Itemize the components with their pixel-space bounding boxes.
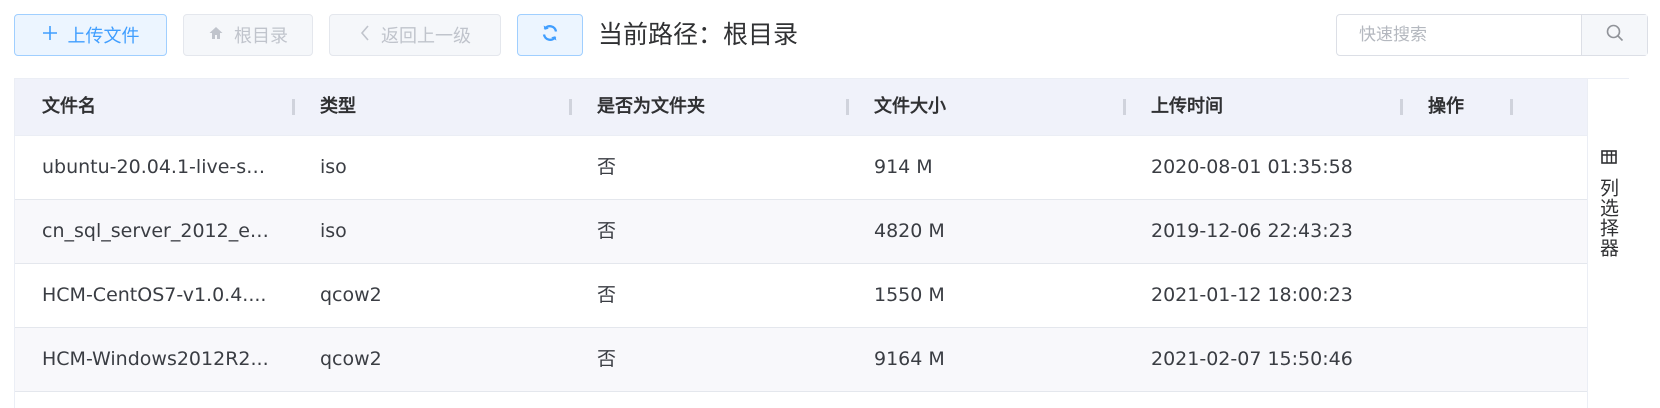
refresh-icon xyxy=(540,23,560,48)
search-icon xyxy=(1605,23,1625,47)
search-button[interactable] xyxy=(1581,15,1647,55)
plus-icon xyxy=(42,25,58,46)
cell-type: iso xyxy=(320,156,347,178)
table-row[interactable]: cn_sql_server_2012_en... iso 否 4820 M 20… xyxy=(15,200,1587,264)
column-header-type[interactable]: 类型 xyxy=(320,79,356,135)
toolbar: 上传文件 根目录 返回上一级 当前路径：根目录 xyxy=(14,14,1660,56)
cell-size: 1550 M xyxy=(874,284,945,306)
current-path-label: 当前路径： xyxy=(598,20,724,49)
current-path: 当前路径：根目录 xyxy=(598,14,798,56)
column-resize-handle[interactable] xyxy=(846,99,849,115)
column-header-is-folder[interactable]: 是否为文件夹 xyxy=(597,79,705,135)
cell-filename[interactable]: HCM-CentOS7-v1.0.4.... xyxy=(42,264,272,327)
cell-is-folder: 否 xyxy=(597,220,617,242)
column-selector-toggle[interactable]: 列选择器 xyxy=(1587,78,1629,408)
column-resize-handle[interactable] xyxy=(292,99,295,115)
column-header-actions: 操作 xyxy=(1428,96,1464,117)
quick-search xyxy=(1336,14,1648,56)
go-up-button[interactable]: 返回上一级 xyxy=(329,14,501,56)
file-table: 文件名 类型 是否为文件夹 文件大小 上传时间 操作 ubuntu-20.04.… xyxy=(14,78,1587,408)
cell-upload-time: 2019-12-06 22:43:23 xyxy=(1151,220,1353,242)
current-path-value: 根目录 xyxy=(723,20,799,49)
table-header: 文件名 类型 是否为文件夹 文件大小 上传时间 操作 xyxy=(15,79,1587,136)
cell-is-folder: 否 xyxy=(597,348,617,370)
column-header-filename[interactable]: 文件名 xyxy=(42,79,96,135)
column-resize-handle[interactable] xyxy=(1123,99,1126,115)
cell-is-folder: 否 xyxy=(597,284,617,306)
upload-file-button[interactable]: 上传文件 xyxy=(14,14,167,56)
cell-filename[interactable]: HCM-Windows2012R2... xyxy=(42,328,272,391)
upload-file-label: 上传文件 xyxy=(67,26,140,47)
cell-type: iso xyxy=(320,220,347,242)
home-icon xyxy=(208,25,224,46)
table-row[interactable]: HCM-CentOS7-v1.0.4.... qcow2 否 1550 M 20… xyxy=(15,264,1587,328)
refresh-button[interactable] xyxy=(517,14,583,56)
cell-type: qcow2 xyxy=(320,284,382,306)
cell-size: 4820 M xyxy=(874,220,945,242)
search-input[interactable] xyxy=(1337,15,1581,55)
columns-icon xyxy=(1600,149,1617,168)
table-row[interactable] xyxy=(15,392,1587,408)
column-header-size[interactable]: 文件大小 xyxy=(874,79,946,135)
cell-size: 9164 M xyxy=(874,348,945,370)
column-selector-label: 列选择器 xyxy=(1597,178,1619,258)
cell-upload-time: 2021-02-07 15:50:46 xyxy=(1151,348,1353,370)
chevron-left-icon xyxy=(359,24,371,47)
column-resize-handle[interactable] xyxy=(1510,99,1513,115)
table-row[interactable]: ubuntu-20.04.1-live-se... iso 否 914 M 20… xyxy=(15,136,1587,200)
column-header-upload-time[interactable]: 上传时间 xyxy=(1151,79,1223,135)
column-resize-handle[interactable] xyxy=(569,99,572,115)
cell-filename[interactable]: ubuntu-20.04.1-live-se... xyxy=(42,136,272,199)
column-resize-handle[interactable] xyxy=(1400,99,1403,115)
cell-is-folder: 否 xyxy=(597,156,617,178)
table-body: ubuntu-20.04.1-live-se... iso 否 914 M 20… xyxy=(15,136,1587,408)
root-directory-button[interactable]: 根目录 xyxy=(183,14,313,56)
cell-upload-time: 2021-01-12 18:00:23 xyxy=(1151,284,1353,306)
cell-filename[interactable]: cn_sql_server_2012_en... xyxy=(42,200,272,263)
cell-type: qcow2 xyxy=(320,348,382,370)
cell-size: 914 M xyxy=(874,156,933,178)
cell-upload-time: 2020-08-01 01:35:58 xyxy=(1151,156,1353,178)
go-up-label: 返回上一级 xyxy=(381,26,471,47)
table-row[interactable]: HCM-Windows2012R2... qcow2 否 9164 M 2021… xyxy=(15,328,1587,392)
root-directory-label: 根目录 xyxy=(234,26,288,47)
